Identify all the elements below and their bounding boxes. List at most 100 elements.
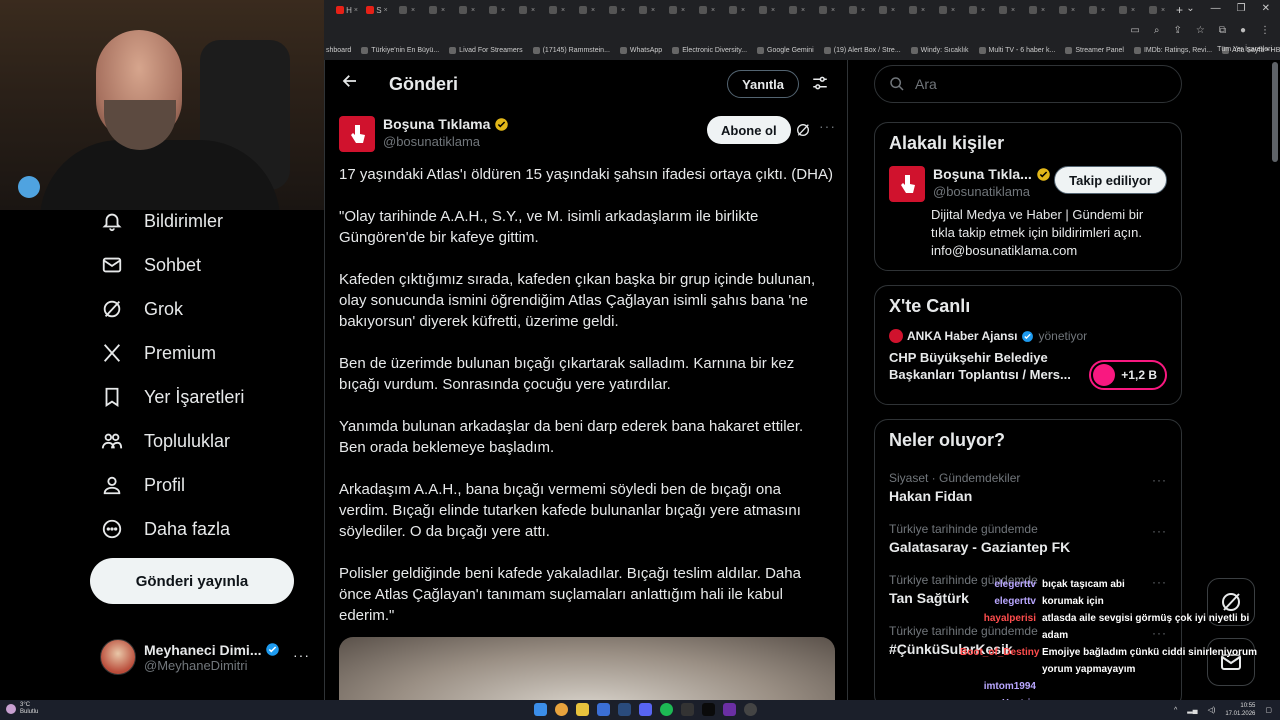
bookmark-item[interactable]: Google Gemini [757,46,814,54]
screen-cast-icon[interactable]: ▭ [1130,25,1139,36]
nav-item-notifications[interactable]: Bildirimler [100,206,223,236]
tab-close-icon[interactable]: × [384,7,388,14]
browser-tab[interactable]: × [1112,3,1142,17]
browser-tab[interactable]: × [932,3,962,17]
nav-item-grok[interactable]: Grok [100,294,183,324]
browser-tab[interactable]: × [722,3,752,17]
tab-close-icon[interactable]: × [1011,7,1015,14]
trend-more-icon[interactable]: ··· [1152,473,1167,487]
browser-tab[interactable]: × [872,3,902,17]
edge-icon[interactable] [597,703,610,716]
tab-close-icon[interactable]: × [1041,7,1045,14]
browser-tab[interactable]: × [482,3,512,17]
bookmark-item[interactable]: shboard [326,47,351,54]
tab-close-icon[interactable]: × [711,7,715,14]
tab-close-icon[interactable]: × [981,7,985,14]
tab-close-icon[interactable]: × [354,7,358,14]
star-icon[interactable]: ☆ [1196,25,1205,36]
tab-close-icon[interactable]: × [801,7,805,14]
tab-close-icon[interactable]: × [501,7,505,14]
browser-tab[interactable]: × [512,3,542,17]
volume-icon[interactable]: ◁) [1208,706,1216,714]
browser-tab[interactable]: × [992,3,1022,17]
browser-tab[interactable]: × [422,3,452,17]
weather-widget[interactable]: 3°C Bulutlu [6,702,38,716]
tab-close-icon[interactable]: × [831,7,835,14]
trend-item[interactable]: Türkiye tarihinde gündemde Galatasaray -… [889,522,1167,555]
reply-button[interactable]: Yanıtla [727,70,799,98]
tab-close-icon[interactable]: × [681,7,685,14]
nav-item-more[interactable]: Daha fazla [100,514,230,544]
post-button[interactable]: Gönderi yayınla [90,558,294,604]
bookmark-folder-all[interactable]: Tüm Yer İşaretleri [1217,46,1272,53]
tab-close-icon[interactable]: × [1071,7,1075,14]
bookmark-item[interactable]: IMDb: Ratings, Revi... [1133,46,1212,54]
tab-close-icon[interactable]: × [741,7,745,14]
browser-tab[interactable]: × [392,3,422,17]
chevron-down-icon[interactable]: ⌄ [1186,3,1194,14]
nav-item-communities[interactable]: Topluluklar [100,426,230,456]
tab-close-icon[interactable]: × [621,7,625,14]
browser-tab[interactable]: H × [332,3,362,17]
related-person[interactable]: Boşuna Tıkla... @bosunatiklama Takip edi… [889,166,1167,202]
author-avatar[interactable] [339,116,375,152]
bookmark-item[interactable]: Livad For Streamers [449,46,523,54]
live-host[interactable]: ANKA Haber Ajansı yönetiyor [889,329,1167,343]
browser-tab[interactable]: × [662,3,692,17]
nav-item-chat[interactable]: Sohbet [100,250,201,280]
tab-close-icon[interactable]: × [1101,7,1105,14]
browser-tab[interactable]: × [962,3,992,17]
epic-games-icon[interactable] [681,703,694,716]
bookmark-item[interactable]: WhatsApp [619,46,662,54]
live-stream-title[interactable]: CHP Büyükşehir Belediye Başkanları Topla… [889,349,1089,383]
profile-icon-browser[interactable]: ● [1240,25,1246,36]
tweet-more-icon[interactable]: ··· [819,118,836,134]
trend-more-icon[interactable]: ··· [1152,524,1167,538]
browser-tab[interactable]: × [812,3,842,17]
nav-item-premium[interactable]: Premium [100,338,216,368]
tab-close-icon[interactable]: × [651,7,655,14]
bookmark-item[interactable]: Electronic Diversity... [672,46,747,54]
tab-close-icon[interactable]: × [921,7,925,14]
windows-start-icon[interactable] [534,703,547,716]
subscribe-button[interactable]: Abone ol [707,116,791,144]
tab-close-icon[interactable]: × [411,7,415,14]
tab-close-icon[interactable]: × [471,7,475,14]
chrome-icon[interactable] [555,703,568,716]
tweet-media-image[interactable] [339,637,835,700]
tab-close-icon[interactable]: × [561,7,565,14]
browser-tab[interactable]: × [542,3,572,17]
new-tab-icon[interactable]: + [1176,3,1183,17]
browser-tab[interactable]: × [572,3,602,17]
browser-tab[interactable]: × [602,3,632,17]
account-more-icon[interactable]: ··· [293,647,310,663]
discord-icon[interactable] [639,703,652,716]
browser-tab[interactable]: × [1142,3,1172,17]
nav-item-profile[interactable]: Profil [100,470,185,500]
browser-tab[interactable]: × [452,3,482,17]
author-handle[interactable]: @bosunatiklama [383,134,509,149]
tab-close-icon[interactable]: × [891,7,895,14]
nav-item-bookmarks[interactable]: Yer İşaretleri [100,382,244,412]
bookmark-item[interactable]: Multi TV - 6 haber k... [978,46,1055,54]
bookmark-item[interactable]: (17145) Rammstein... [532,46,610,54]
tab-close-icon[interactable]: × [591,7,595,14]
search-input[interactable]: Ara [874,65,1182,103]
browser-tab[interactable]: × [902,3,932,17]
tab-close-icon[interactable]: × [1161,7,1165,14]
live-listener-count[interactable]: +1,2 B [1089,360,1167,390]
obs-icon[interactable] [702,703,715,716]
browser-tab[interactable]: × [1022,3,1052,17]
account-switcher[interactable]: Meyhaneci Dimi... @MeyhaneDimitri ··· [100,635,310,679]
author-display-name[interactable]: Boşuna Tıklama [383,116,509,132]
tab-close-icon[interactable]: × [861,7,865,14]
browser-tab[interactable]: × [1052,3,1082,17]
related-avatar[interactable] [889,166,925,202]
network-icon[interactable]: ▂▄ [1187,706,1197,714]
tray-chevron-icon[interactable]: ^ [1174,707,1177,714]
file-explorer-icon[interactable] [576,703,589,716]
maximize-icon[interactable]: ❐ [1237,3,1246,14]
tab-close-icon[interactable]: × [1131,7,1135,14]
browser-tab[interactable]: × [692,3,722,17]
close-icon[interactable]: ✕ [1262,3,1270,14]
